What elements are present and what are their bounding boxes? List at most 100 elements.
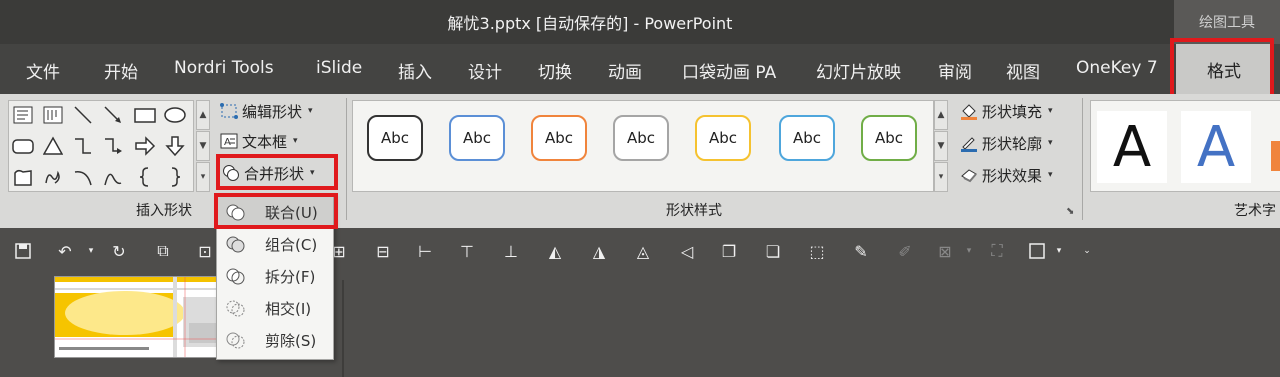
text-box-icon[interactable] [11,103,35,127]
save-icon[interactable] [12,240,34,262]
down-arrow-icon[interactable] [163,134,187,158]
chevron-down-icon: ▾ [293,136,298,146]
shape-style-swatch[interactable]: Abc [367,115,423,161]
shape-style-swatch[interactable]: Abc [613,115,669,161]
right-arrow-icon[interactable] [133,134,157,158]
crop-icon[interactable]: ⊠ [934,240,956,262]
align-bottom-icon[interactable]: ⊥ [500,240,522,262]
shape-gallery [8,100,194,192]
shape-outline-button[interactable]: 形状轮廓 ▾ [960,130,1053,156]
presentation-icon[interactable]: ⧉ [152,240,174,262]
elbow-connector-icon[interactable] [71,134,95,158]
rectangle-icon[interactable] [133,103,157,127]
tab-design[interactable]: 设计 [468,58,502,83]
shape-style-swatch[interactable]: Abc [531,115,587,161]
tab-home[interactable]: 开始 [104,58,138,83]
elbow-arrow-connector-icon[interactable] [101,134,125,158]
tab-view[interactable]: 视图 [1006,58,1040,83]
merge-union-item[interactable]: 联合(U) [217,196,333,228]
arrow-line-icon[interactable] [101,103,125,127]
merge-fragment-item[interactable]: 拆分(F) [217,260,333,292]
vertical-text-box-icon[interactable] [41,103,65,127]
text-box-button[interactable]: A 文本框 ▾ [220,128,298,154]
shape-gallery-expand[interactable]: ▾ [196,162,210,192]
undo-dropdown-icon[interactable]: ▾ [80,240,102,262]
flip-horizontal-icon[interactable]: ◭ [544,240,566,262]
rotate-left-icon[interactable]: ◬ [632,240,654,262]
send-backward-icon[interactable]: ❏ [762,240,784,262]
merge-combine-item[interactable]: 组合(C) [217,228,333,260]
eraser-icon[interactable]: ✐ [894,240,916,262]
wordart-gallery: A A [1090,100,1280,192]
rotate-right-icon[interactable]: ◁ [676,240,698,262]
bring-forward-icon[interactable]: ❐ [718,240,740,262]
merge-intersect-item[interactable]: 相交(I) [217,292,333,324]
customize-toolbar-icon[interactable]: ⌄ [1076,240,1098,262]
left-brace-icon[interactable] [133,165,157,189]
tab-format[interactable]: 格式 [1176,44,1272,94]
undo-icon[interactable]: ↶ [54,240,76,262]
flip-vertical-icon[interactable]: ◮ [588,240,610,262]
align-middle-icon[interactable]: ⊟ [372,240,394,262]
dialog-launcher-icon[interactable]: ⬊ [1066,206,1074,217]
shape-styles-scroll-up[interactable]: ▲ [934,100,948,130]
curve-icon[interactable] [101,165,125,189]
arc-icon[interactable] [71,165,95,189]
pane-divider [342,280,344,377]
shape-styles-scroll-down[interactable]: ▼ [934,131,948,161]
chevron-down-icon: ▾ [310,168,315,178]
wordart-style[interactable]: A [1097,111,1167,183]
align-icon[interactable]: ⊡ [194,240,216,262]
crop-dropdown-icon[interactable]: ▾ [958,240,980,262]
merge-subtract-item[interactable]: 剪除(S) [217,324,333,356]
selection-pane-icon[interactable]: ⬚ [806,240,828,262]
tab-onekey[interactable]: OneKey 7 [1076,58,1158,78]
freeform-icon[interactable] [11,165,35,189]
insert-shapes-group-label: 插入形状 [136,203,192,219]
rounded-rectangle-icon[interactable] [11,134,35,158]
shape-fill-button[interactable]: 形状填充 ▾ [960,98,1053,124]
tab-insert[interactable]: 插入 [398,58,432,83]
shape-effects-button[interactable]: 形状效果 ▾ [960,162,1053,188]
align-top-icon[interactable]: ⊤ [456,240,478,262]
drawing-tools-context-label: 绘图工具 [1174,0,1280,44]
tab-animations[interactable]: 动画 [608,58,642,83]
format-painter-icon[interactable]: ✎ [850,240,872,262]
redo-icon[interactable]: ↻ [108,240,130,262]
wordart-style[interactable]: A [1181,111,1251,183]
merge-shapes-icon [222,164,240,182]
quick-access-toolbar: ↶ ▾ ↻ ⧉ ⊡ ▢ ▣ ⊞ ⊟ ⊢ ⊤ ⊥ ◭ ◮ ◬ ◁ ❐ ❏ ⬚ ✎ … [0,228,1280,274]
wordart-style-partial[interactable] [1271,141,1280,171]
line-icon[interactable] [71,103,95,127]
tab-review[interactable]: 审阅 [938,58,972,83]
chevron-down-icon: ▾ [1048,170,1053,180]
outline-box-dropdown-icon[interactable]: ▾ [1048,240,1070,262]
merge-shapes-button[interactable]: 合并形状 ▾ [222,160,315,186]
scribble-icon[interactable] [41,165,65,189]
right-brace-icon[interactable] [163,165,187,189]
tab-slide-show[interactable]: 幻灯片放映 [816,58,901,83]
shape-style-swatch[interactable]: Abc [779,115,835,161]
shape-styles-expand[interactable]: ▾ [934,162,948,192]
edit-shape-icon [220,102,238,120]
resize-icon[interactable]: ⛶ [986,240,1008,262]
shape-style-swatch[interactable]: Abc [449,115,505,161]
oval-icon[interactable] [163,103,187,127]
title-bar: 解忧3.pptx [自动保存的] - PowerPoint 绘图工具 [0,0,1280,44]
tab-file[interactable]: 文件 [26,58,60,83]
shape-style-swatch[interactable]: Abc [861,115,917,161]
shape-styles-group-label: 形状样式 [666,203,722,219]
tab-islide[interactable]: iSlide [316,58,362,78]
align-left-icon[interactable]: ⊢ [414,240,436,262]
tab-transitions[interactable]: 切换 [538,58,572,83]
group-divider [1082,98,1083,220]
shape-effects-icon [960,166,978,184]
shape-gallery-scroll-up[interactable]: ▲ [196,100,210,130]
triangle-icon[interactable] [41,134,65,158]
edit-shape-button[interactable]: 编辑形状 ▾ [220,98,313,124]
tab-nordri-tools[interactable]: Nordri Tools [174,58,274,78]
shape-gallery-scroll-down[interactable]: ▼ [196,131,210,161]
outline-box-icon[interactable] [1026,240,1048,262]
shape-style-swatch[interactable]: Abc [695,115,751,161]
tab-pocket-animation[interactable]: 口袋动画 PA [682,58,776,83]
